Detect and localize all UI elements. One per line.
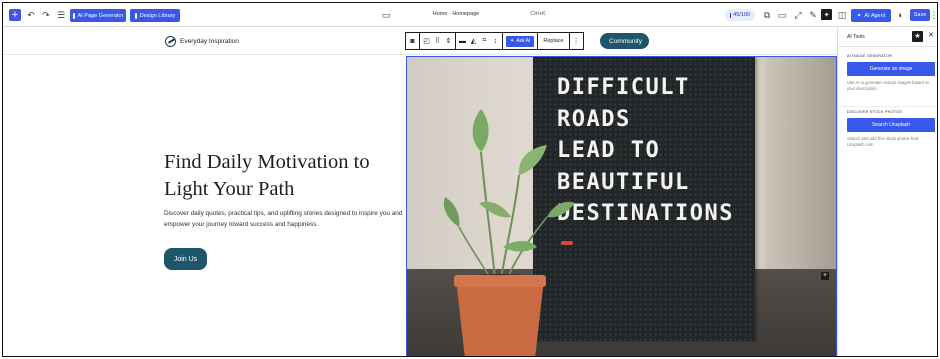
block-options-segment: ⋮: [570, 33, 583, 49]
plus-icon: +: [11, 9, 19, 21]
redo-icon[interactable]: ↷: [40, 8, 52, 22]
ai-agent-button[interactable]: ✦ AI Agent: [851, 9, 891, 22]
stock-help-text: Search and add free stock photos from Un…: [847, 136, 920, 148]
undo-icon[interactable]: ↶: [25, 8, 37, 22]
ai-page-generator-button[interactable]: AI Page Generator: [70, 9, 126, 22]
ai-page-generator-label: AI Page Generator: [77, 12, 124, 19]
duotone-icon[interactable]: ◭: [470, 37, 477, 45]
stock-photos-label: DISCOVER STOCK PHOTOS: [847, 110, 903, 114]
hero-heading[interactable]: Find Daily Motivation to Light Your Path: [164, 149, 399, 203]
ai-panel-title: AI Tools: [847, 34, 865, 40]
fullscreen-icon[interactable]: ⤢: [792, 8, 804, 22]
hero-text-column: Find Daily Motivation to Light Your Path…: [3, 56, 406, 356]
sparkle-icon[interactable]: ✦: [821, 9, 832, 20]
block-align-segment: ▬ ◭ ⌗ ↕: [456, 33, 503, 49]
block-replace-segment: Replace: [538, 33, 570, 49]
sparkle-small-icon: ✦: [856, 12, 862, 19]
join-us-button[interactable]: Join Us: [164, 248, 207, 270]
page-icon: [72, 12, 75, 19]
site-title: Everyday Inspiration: [180, 38, 239, 45]
desktop-icon[interactable]: ▭: [776, 8, 788, 22]
move-up-down-icon[interactable]: ⇕: [445, 37, 452, 45]
view-icon[interactable]: ▭: [380, 8, 392, 22]
ai-panel-header: AI Tools ★ ✕: [838, 27, 937, 47]
hero-description[interactable]: Discover daily quotes, practical tips, a…: [164, 209, 404, 230]
image-block-icon[interactable]: ◙: [409, 38, 416, 45]
more-icon[interactable]: ⋮: [930, 8, 938, 22]
ai-agent-label: AI Agent: [864, 12, 886, 19]
hero-image-block[interactable]: DIFFICULT ROADS LEAD TO BEAUTIFUL DESTIN…: [406, 56, 837, 356]
potted-plant: [443, 109, 575, 356]
ai-image-generator-label: AI IMAGE GENERATOR: [847, 54, 893, 58]
design-library-label: Design Library: [139, 12, 176, 19]
panel-divider: [838, 106, 937, 107]
sparkle-tiny-icon: ✦: [510, 38, 515, 44]
block-toolbar: ◙ ◰ ⠿ ⇕ ▬ ◭ ⌗ ↕ ✦ Ask AI Replace ⋮: [405, 32, 584, 50]
logo-icon: [165, 36, 176, 47]
sidebar-icon[interactable]: ◫: [836, 8, 848, 22]
generate-image-button[interactable]: Generate an image: [847, 62, 935, 76]
community-button[interactable]: Community: [600, 33, 649, 49]
ask-ai-label: Ask AI: [516, 38, 531, 44]
site-header: Everyday Inspiration Community ◙ ◰ ⠿ ⇕ ▬…: [3, 27, 837, 55]
block-ai-segment: ✦ Ask AI: [503, 33, 539, 49]
star-icon[interactable]: ★: [912, 31, 923, 42]
close-icon[interactable]: ✕: [928, 31, 934, 39]
score-value: 45/100: [733, 12, 750, 18]
add-block-button[interactable]: +: [9, 9, 21, 21]
external-link-icon[interactable]: ⧉: [761, 8, 773, 22]
block-type-segment: ◙: [406, 33, 420, 49]
block-move-segment: ◰ ⠿ ⇕: [420, 33, 456, 49]
parent-select-icon[interactable]: ◰: [423, 37, 430, 45]
editor-window: + ↶ ↷ ☰ AI Page Generator Design Library…: [2, 2, 938, 357]
search-unsplash-button[interactable]: Search Unsplash: [847, 118, 935, 132]
command-shortcut: Ctrl+K: [530, 11, 546, 17]
scale-icon[interactable]: ↕: [492, 38, 499, 45]
editor-top-toolbar: + ↶ ↷ ☰ AI Page Generator Design Library…: [3, 3, 938, 27]
seo-score-badge[interactable]: 45/100: [725, 9, 755, 21]
options-icon[interactable]: ⋮: [573, 37, 580, 45]
ai-tools-panel: AI Tools ★ ✕ AI IMAGE GENERATOR Generate…: [837, 27, 937, 356]
site-logo[interactable]: Everyday Inspiration: [165, 36, 239, 47]
replace-button[interactable]: Replace: [541, 38, 565, 44]
crop-icon[interactable]: ⌗: [481, 37, 488, 45]
align-icon[interactable]: ▬: [459, 38, 466, 45]
generator-help-text: Use AI to generate custom images based o…: [847, 80, 930, 92]
document-overview-icon[interactable]: ☰: [55, 8, 67, 22]
library-icon: [134, 12, 137, 19]
ask-ai-button[interactable]: ✦ Ask AI: [506, 35, 535, 47]
document-title[interactable]: Home · Homepage: [408, 8, 504, 20]
design-library-button[interactable]: Design Library: [130, 9, 180, 22]
pin-icon[interactable]: ✎: [807, 8, 819, 22]
contrast-icon[interactable]: ◐: [895, 8, 907, 22]
drag-handle-icon[interactable]: ⠿: [434, 37, 441, 45]
image-insert-button[interactable]: +: [821, 272, 829, 280]
save-button[interactable]: Save: [910, 9, 930, 21]
